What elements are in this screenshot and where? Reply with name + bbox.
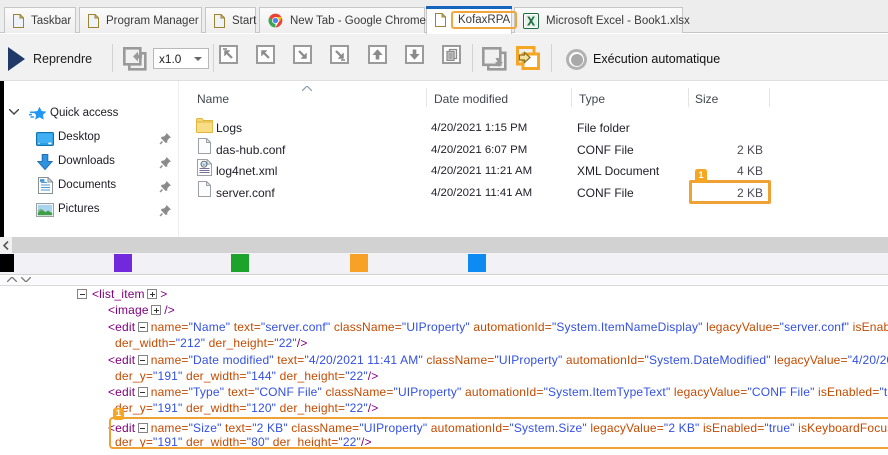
svg-text:<e>: <e>: [200, 162, 208, 167]
